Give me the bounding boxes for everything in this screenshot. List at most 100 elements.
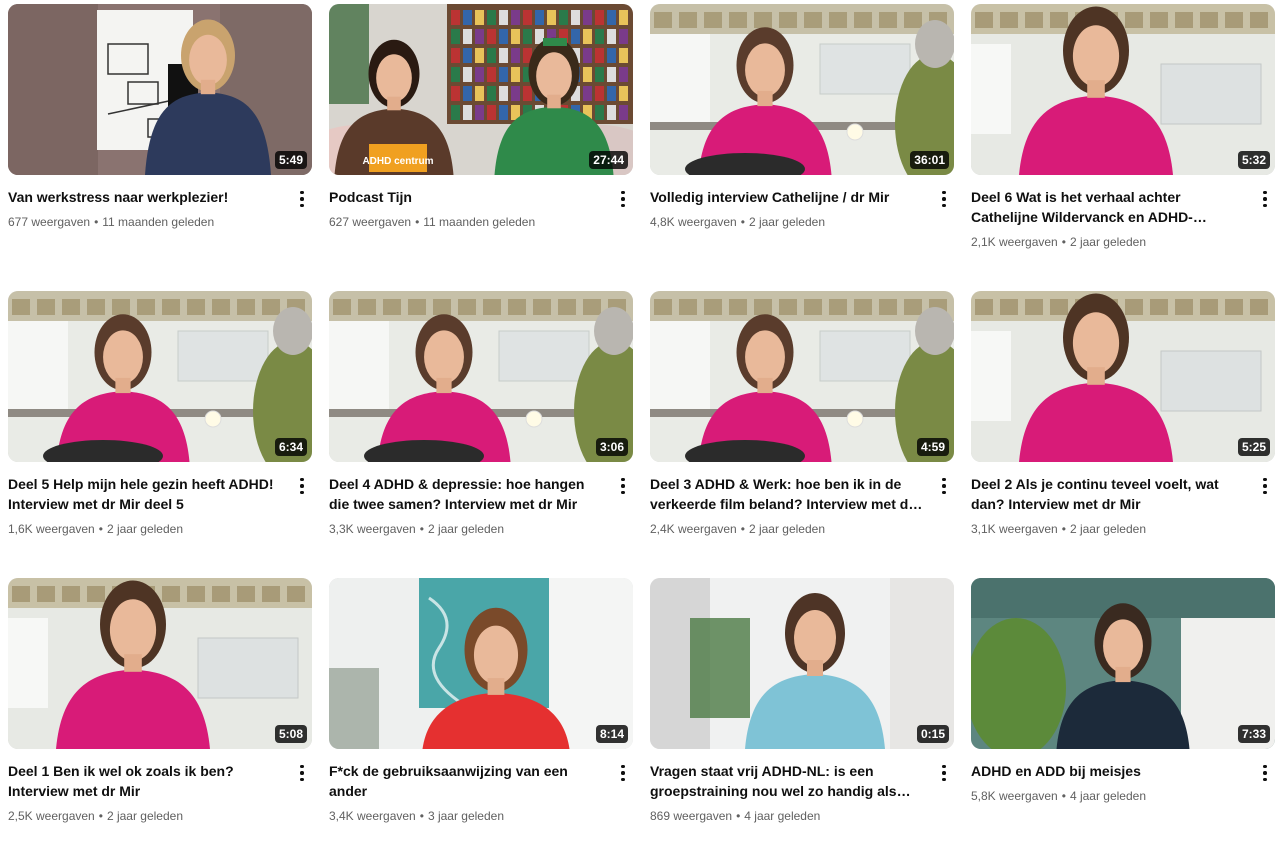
video-thumbnail[interactable]: 0:15 [650, 578, 954, 749]
vertical-dots-icon[interactable] [292, 476, 312, 496]
duration-badge: 3:06 [595, 438, 628, 456]
upload-age: 4 jaar geleden [1069, 789, 1146, 803]
video-thumbnail[interactable]: 8:14 [329, 578, 633, 749]
separator-dot: • [1061, 235, 1066, 249]
video-title[interactable]: Deel 4 ADHD & depressie: hoe hangen die … [329, 474, 605, 514]
video-stats: 869 weergaven • 4 jaar geleden [650, 807, 926, 825]
video-meta: Vragen staat vrij ADHD-NL: is een groeps… [650, 749, 954, 825]
vertical-dots-icon[interactable] [934, 189, 954, 209]
vertical-dots-icon[interactable] [613, 763, 633, 783]
video-meta: ADHD en ADD bij meisjes 5,8K weergaven • 4… [971, 749, 1275, 805]
video-thumbnail[interactable]: 5:08 [8, 578, 312, 749]
video-card[interactable]: 5:25 Deel 2 Als je continu teveel voelt,… [971, 291, 1275, 578]
view-count: 869 weergaven [650, 809, 733, 823]
video-card[interactable]: 8:14 F*ck de gebruiksaanwijzing van een … [329, 578, 633, 865]
duration-badge: 4:59 [916, 438, 949, 456]
duration-badge: 5:32 [1237, 151, 1270, 169]
separator-dot: • [98, 809, 103, 823]
video-stats: 3,1K weergaven • 2 jaar geleden [971, 520, 1247, 538]
video-thumbnail[interactable]: ADHD centrum 27:44 [329, 4, 633, 175]
view-count: 3,1K weergaven [971, 522, 1058, 536]
video-card[interactable]: 6:34 Deel 5 Help mijn hele gezin heeft A… [8, 291, 312, 578]
thumbnail-image [971, 578, 1275, 749]
thumbnail-image [8, 291, 312, 462]
video-meta: Deel 4 ADHD & depressie: hoe hangen die … [329, 462, 633, 538]
video-card[interactable]: 7:33 ADHD en ADD bij meisjes 5,8K weerga… [971, 578, 1275, 865]
view-count: 627 weergaven [329, 215, 412, 229]
video-title[interactable]: Deel 3 ADHD & Werk: hoe ben ik in de ver… [650, 474, 926, 514]
video-card[interactable]: 5:32 Deel 6 Wat is het verhaal achter Ca… [971, 4, 1275, 291]
upload-age: 2 jaar geleden [106, 809, 183, 823]
view-count: 2,5K weergaven [8, 809, 95, 823]
video-card[interactable]: 5:49 Van werkstress naar werkplezier! 67… [8, 4, 312, 291]
video-stats: 5,8K weergaven • 4 jaar geleden [971, 787, 1247, 805]
video-thumbnail[interactable]: 5:49 [8, 4, 312, 175]
video-card[interactable]: 5:08 Deel 1 Ben ik wel ok zoals ik ben? … [8, 578, 312, 865]
vertical-dots-icon[interactable] [1255, 763, 1275, 783]
video-title[interactable]: Deel 5 Help mijn hele gezin heeft ADHD! … [8, 474, 284, 514]
video-stats: 627 weergaven • 11 maanden geleden [329, 213, 605, 231]
separator-dot: • [419, 809, 424, 823]
video-title[interactable]: Deel 1 Ben ik wel ok zoals ik ben? Inter… [8, 761, 284, 801]
separator-dot: • [415, 215, 420, 229]
thumbnail-image [8, 4, 312, 175]
duration-badge: 5:25 [1237, 438, 1270, 456]
upload-age: 2 jaar geleden [748, 522, 825, 536]
video-stats: 4,8K weergaven • 2 jaar geleden [650, 213, 926, 231]
video-title[interactable]: Podcast Tijn [329, 187, 605, 207]
vertical-dots-icon[interactable] [934, 476, 954, 496]
video-thumbnail[interactable]: 5:32 [971, 4, 1275, 175]
video-title[interactable]: Deel 2 Als je continu teveel voelt, wat … [971, 474, 1247, 514]
duration-badge: 5:49 [274, 151, 307, 169]
video-title[interactable]: F*ck de gebruiksaanwijzing van een ander [329, 761, 605, 801]
svg-text:ADHD centrum: ADHD centrum [362, 156, 433, 167]
video-thumbnail[interactable]: 36:01 [650, 4, 954, 175]
separator-dot: • [98, 522, 103, 536]
separator-dot: • [736, 809, 741, 823]
video-title[interactable]: Deel 6 Wat is het verhaal achter Catheli… [971, 187, 1247, 227]
video-grid: 5:49 Van werkstress naar werkplezier! 67… [8, 4, 1275, 865]
video-thumbnail[interactable]: 6:34 [8, 291, 312, 462]
thumbnail-image [329, 578, 633, 749]
video-thumbnail[interactable]: 4:59 [650, 291, 954, 462]
video-thumbnail[interactable]: 5:25 [971, 291, 1275, 462]
duration-badge: 36:01 [910, 151, 949, 169]
video-stats: 2,5K weergaven • 2 jaar geleden [8, 807, 284, 825]
video-card[interactable]: 0:15 Vragen staat vrij ADHD-NL: is een g… [650, 578, 954, 865]
vertical-dots-icon[interactable] [613, 189, 633, 209]
video-meta: Deel 3 ADHD & Werk: hoe ben ik in de ver… [650, 462, 954, 538]
vertical-dots-icon[interactable] [292, 189, 312, 209]
view-count: 4,8K weergaven [650, 215, 737, 229]
view-count: 677 weergaven [8, 215, 91, 229]
thumbnail-image [8, 578, 312, 749]
vertical-dots-icon[interactable] [1255, 189, 1275, 209]
vertical-dots-icon[interactable] [292, 763, 312, 783]
thumbnail-image [650, 4, 954, 175]
video-stats: 677 weergaven • 11 maanden geleden [8, 213, 284, 231]
video-stats: 1,6K weergaven • 2 jaar geleden [8, 520, 284, 538]
upload-age: 3 jaar geleden [427, 809, 504, 823]
video-meta: F*ck de gebruiksaanwijzing van een ander… [329, 749, 633, 825]
video-thumbnail[interactable]: 7:33 [971, 578, 1275, 749]
video-title[interactable]: ADHD en ADD bij meisjes [971, 761, 1247, 781]
video-title[interactable]: Volledig interview Cathelijne / dr Mir [650, 187, 926, 207]
duration-badge: 5:08 [274, 725, 307, 743]
view-count: 3,3K weergaven [329, 522, 416, 536]
video-title[interactable]: Vragen staat vrij ADHD-NL: is een groeps… [650, 761, 926, 801]
video-card[interactable]: ADHD centrum 27:44 Podcast Tijn 627 weer… [329, 4, 633, 291]
video-title[interactable]: Van werkstress naar werkplezier! [8, 187, 284, 207]
video-thumbnail[interactable]: 3:06 [329, 291, 633, 462]
separator-dot: • [1061, 789, 1066, 803]
upload-age: 2 jaar geleden [427, 522, 504, 536]
thumbnail-image: ADHD centrum [329, 4, 633, 175]
video-stats: 2,4K weergaven • 2 jaar geleden [650, 520, 926, 538]
video-card[interactable]: 3:06 Deel 4 ADHD & depressie: hoe hangen… [329, 291, 633, 578]
upload-age: 2 jaar geleden [1069, 235, 1146, 249]
video-card[interactable]: 36:01 Volledig interview Cathelijne / dr… [650, 4, 954, 291]
video-card[interactable]: 4:59 Deel 3 ADHD & Werk: hoe ben ik in d… [650, 291, 954, 578]
vertical-dots-icon[interactable] [934, 763, 954, 783]
view-count: 3,4K weergaven [329, 809, 416, 823]
vertical-dots-icon[interactable] [613, 476, 633, 496]
separator-dot: • [94, 215, 99, 229]
vertical-dots-icon[interactable] [1255, 476, 1275, 496]
